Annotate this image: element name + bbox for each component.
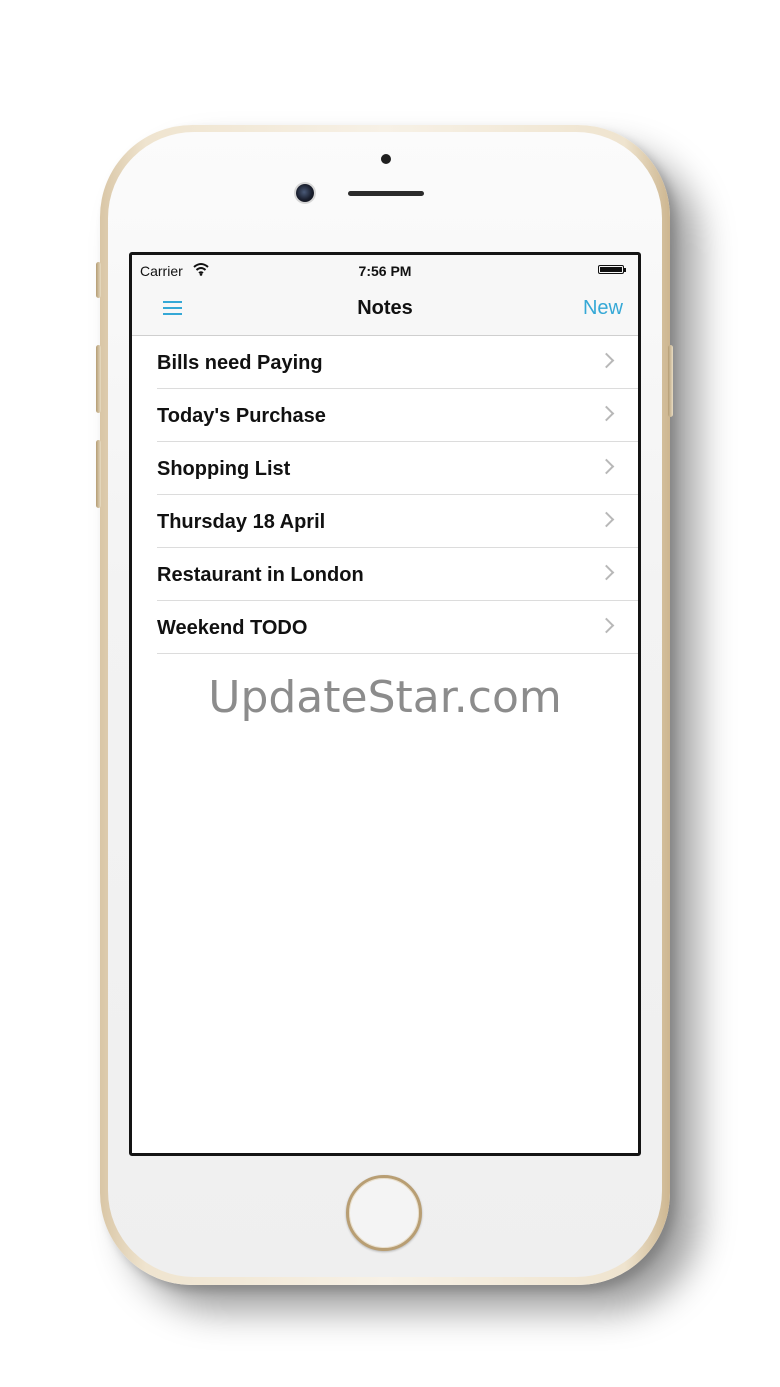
chevron-right-icon <box>598 511 615 528</box>
home-button[interactable] <box>346 1175 422 1251</box>
list-item[interactable]: Restaurant in London <box>132 548 638 601</box>
list-item[interactable]: Today's Purchase <box>132 389 638 442</box>
power-button <box>668 345 673 417</box>
notes-list: Bills need Paying Today's Purchase Shoppin… <box>132 336 638 654</box>
note-title: Thursday 18 April <box>157 511 326 533</box>
list-item[interactable]: Shopping List <box>132 442 638 495</box>
chevron-right-icon <box>598 405 615 422</box>
status-bar: Carrier 7:56 PM <box>132 255 638 283</box>
proximity-sensor <box>381 154 391 164</box>
list-item[interactable]: Thursday 18 April <box>132 495 638 548</box>
note-title: Restaurant in London <box>157 564 364 586</box>
note-title: Shopping List <box>157 458 291 480</box>
navigation-bar: Notes New <box>132 283 638 336</box>
chevron-right-icon <box>598 564 615 581</box>
chevron-right-icon <box>598 458 615 475</box>
note-title: Weekend TODO <box>157 617 308 639</box>
battery-tip <box>624 268 626 272</box>
watermark: UpdateStar.com <box>208 672 562 723</box>
mute-switch <box>96 262 101 298</box>
status-time: 7:56 PM <box>358 263 412 279</box>
list-item[interactable]: Bills need Paying <box>132 336 638 389</box>
volume-up-button <box>96 345 101 413</box>
front-camera <box>296 184 314 202</box>
battery-fill <box>600 267 622 272</box>
chevron-right-icon <box>598 352 615 369</box>
battery-icon <box>598 265 624 274</box>
new-note-button[interactable]: New <box>583 297 623 320</box>
page-title: Notes <box>357 297 413 319</box>
note-title: Bills need Paying <box>157 352 323 374</box>
earpiece-speaker <box>348 191 424 196</box>
stage: Carrier 7:56 PM Notes New Bills need Pay <box>0 0 780 1387</box>
note-title: Today's Purchase <box>157 405 326 427</box>
list-item[interactable]: Weekend TODO <box>132 601 638 654</box>
volume-down-button <box>96 440 101 508</box>
chevron-right-icon <box>598 617 615 634</box>
phone-screen: Carrier 7:56 PM Notes New Bills need Pay <box>129 252 641 1156</box>
